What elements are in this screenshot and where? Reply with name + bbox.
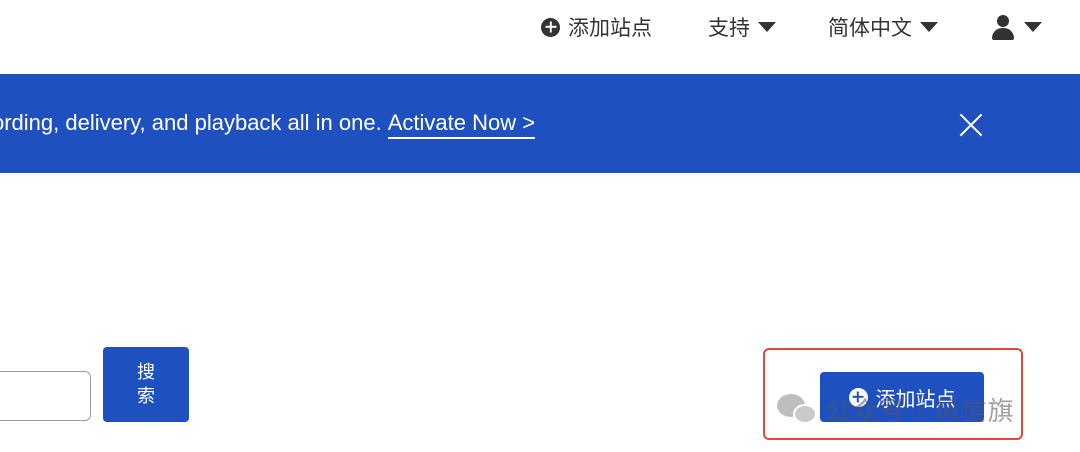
plus-circle-icon bbox=[848, 387, 868, 407]
top-navigation: 添加站点 支持 简体中文 bbox=[0, 0, 1080, 54]
nav-add-site[interactable]: 添加站点 bbox=[541, 7, 652, 47]
nav-add-site-label: 添加站点 bbox=[568, 16, 652, 40]
nav-user-menu[interactable] bbox=[990, 7, 1042, 47]
promo-banner: ording, delivery, and playback all in on… bbox=[0, 74, 1080, 173]
nav-language-dropdown[interactable]: 简体中文 bbox=[828, 7, 938, 47]
add-site-button-label: 添加站点 bbox=[875, 386, 956, 411]
caret-down-icon bbox=[1024, 22, 1042, 32]
nav-support-dropdown[interactable]: 支持 bbox=[708, 7, 776, 47]
search-button-label: 搜索 bbox=[137, 361, 155, 407]
user-icon bbox=[990, 14, 1016, 40]
nav-support-label: 支持 bbox=[708, 16, 750, 40]
search-button[interactable]: 搜索 bbox=[103, 347, 189, 422]
caret-down-icon bbox=[758, 22, 776, 32]
banner-message: ording, delivery, and playback all in on… bbox=[0, 110, 536, 139]
search-input[interactable] bbox=[0, 371, 91, 421]
banner-text: ording, delivery, and playback all in on… bbox=[0, 110, 382, 135]
caret-down-icon bbox=[920, 22, 938, 32]
close-icon[interactable] bbox=[958, 112, 984, 138]
page: 添加站点 支持 简体中文 ording, delivery, and playb… bbox=[0, 0, 1080, 452]
activate-now-link[interactable]: Activate Now > bbox=[387, 110, 536, 139]
nav-language-label: 简体中文 bbox=[828, 16, 912, 40]
add-site-button[interactable]: 添加站点 bbox=[820, 372, 984, 422]
plus-circle-icon bbox=[541, 17, 560, 37]
